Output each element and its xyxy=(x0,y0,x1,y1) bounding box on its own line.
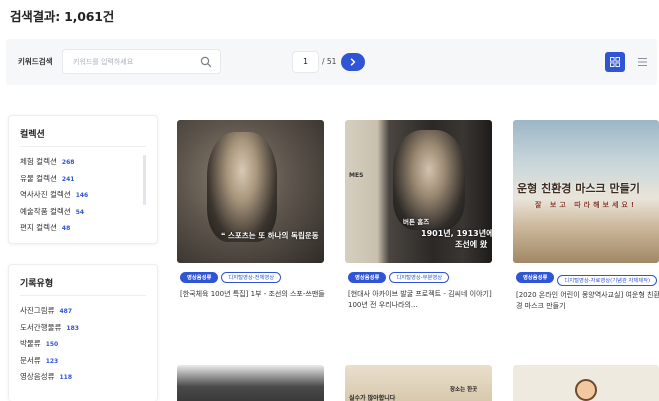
card-thumbnail[interactable]: MES 버튼 홈즈 1901년, 1913년에 조선에 왔 xyxy=(345,120,492,263)
record-type-item[interactable]: 문서류 123 xyxy=(20,355,79,372)
record-type-item-count: 487 xyxy=(59,308,73,315)
card-title[interactable]: [현대사 아카이브 발굴 프로젝트 - 김씨네 이야기] 100년 전 우리나라… xyxy=(348,289,494,311)
collection-item-label: 역사사진 컬렉션 xyxy=(20,190,71,199)
badge-group: 영상음성류 디지털영상-부분영상 xyxy=(348,272,498,283)
search-toolbar: 키워드검색 1 / 51 xyxy=(6,39,657,85)
card-thumbnail[interactable] xyxy=(177,365,324,401)
next-page-button[interactable] xyxy=(341,53,365,71)
grid-view-button[interactable] xyxy=(605,52,625,72)
divider xyxy=(20,295,146,296)
record-type-title: 기록유형 xyxy=(20,279,54,289)
subtype-badge: 디지털영상-전체영상 xyxy=(221,272,282,283)
record-type-item[interactable]: 사진그림류 487 xyxy=(20,305,79,322)
search-input[interactable] xyxy=(73,55,193,69)
record-type-item-label: 도서간행물류 xyxy=(20,322,62,332)
portrait-image xyxy=(393,130,465,230)
record-type-badge: 영상음성류 xyxy=(180,272,219,283)
collection-item-label: 체험 컬렉션 xyxy=(20,157,57,166)
illustration-figure xyxy=(575,379,597,401)
page-total: / 51 xyxy=(322,57,337,66)
portrait-image xyxy=(207,132,277,242)
collection-item-label: 유물 컬렉션 xyxy=(20,173,57,183)
card-thumbnail[interactable]: ❝ 스포츠는 또 하나의 독립운동 xyxy=(177,120,324,263)
collection-scrollbar[interactable] xyxy=(143,155,146,205)
collection-item[interactable]: 역사사진 컬렉션 146 xyxy=(20,189,88,206)
thumbnail-caption: 1901년, 1913년에 xyxy=(421,229,492,238)
card-info: 영상음성류 디지털영상-전체영상 [한국체육 100년 특집] 1부 - 조선의… xyxy=(180,272,330,332)
card-thumbnail[interactable]: 장소는 한곳 실수가 많아합니다 xyxy=(345,365,492,401)
record-type-badge: 영상음성류 xyxy=(348,272,387,283)
card-info: 영상음성류 디지털영상-자료영상(기념관 자체제작) [2020 온라인 어린이… xyxy=(516,272,659,332)
collection-list: 체험 컬렉션 268 유물 컬렉션 241 역사사진 컬렉션 146 예술작품 컬렉션… xyxy=(20,156,88,239)
chevron-right-icon xyxy=(350,58,356,66)
card-thumbnail[interactable]: 운형 친환경 마스크 만들기 잘 보고 따라해보세요! xyxy=(513,120,659,263)
collection-item-count: 241 xyxy=(61,175,75,183)
card-title[interactable]: [2020 온라인 어린이 몽양역사교실] 여운형 친환경 마스크 만들기 xyxy=(516,290,659,312)
record-type-list: 사진그림류 487 도서간행물류 183 박물류 150 문서류 123 영상음성류 11… xyxy=(20,305,79,388)
grid-view-icon xyxy=(610,57,620,67)
page-number-input[interactable]: 1 xyxy=(292,51,319,73)
record-type-item[interactable]: 박물류 150 xyxy=(20,338,79,355)
card-info: 영상음성류 디지털영상-부분영상 [현대사 아카이브 발굴 프로젝트 - 김씨네… xyxy=(348,272,498,332)
thumbnail-caption: ❝ 스포츠는 또 하나의 독립운동 xyxy=(221,231,319,240)
thumbnail-caption: 실수가 많아합니다 xyxy=(349,395,396,401)
divider xyxy=(20,146,146,147)
record-type-item-label: 사진그림류 xyxy=(20,306,55,315)
list-view-icon[interactable] xyxy=(634,54,650,70)
record-type-badge: 영상음성류 xyxy=(516,272,555,283)
collection-item[interactable]: 체험 컬렉션 268 xyxy=(20,156,88,173)
badge-group: 영상음성류 디지털영상-자료영상(기념관 자체제작) xyxy=(516,272,659,286)
collection-item-count: 268 xyxy=(61,159,75,166)
subtype-badge: 디지털영상-부분영상 xyxy=(389,272,450,283)
card-thumbnail[interactable] xyxy=(513,365,659,401)
search-icon[interactable] xyxy=(200,56,212,68)
collection-item-count: 146 xyxy=(75,192,89,199)
record-type-filter-panel: 기록유형 사진그림류 487 도서간행물류 183 박물류 150 문서류 123 영상… xyxy=(8,264,158,401)
record-type-item[interactable]: 도서간행물류 183 xyxy=(20,322,79,339)
keyword-search-label: 키워드검색 xyxy=(18,57,53,66)
record-type-item[interactable]: 영상음성류 118 xyxy=(20,371,79,388)
collection-title: 컬렉션 xyxy=(20,130,45,140)
collection-filter-panel: 컬렉션 체험 컬렉션 268 유물 컬렉션 241 역사사진 컬렉션 146 예술작품… xyxy=(8,115,158,244)
subtype-badge: 디지털영상-자료영상(기념관 자체제작) xyxy=(557,275,658,286)
thumbnail-caption: 운형 친환경 마스크 만들기 xyxy=(517,182,640,195)
thumbnail-caption: 장소는 한곳 xyxy=(450,387,478,393)
record-type-item-count: 123 xyxy=(45,357,59,365)
collection-item[interactable]: 편지 컬렉션 48 xyxy=(20,222,88,239)
record-type-item-count: 183 xyxy=(66,324,79,332)
thumbnail-caption: 잘 보고 따라해보세요! xyxy=(535,201,638,209)
badge-group: 영상음성류 디지털영상-전체영상 xyxy=(180,272,330,283)
thumbnail-side-text: MES xyxy=(349,172,364,179)
record-type-item-label: 문서류 xyxy=(20,355,41,365)
search-box[interactable] xyxy=(62,49,221,74)
record-type-item-count: 118 xyxy=(59,374,73,381)
collection-item-label: 편지 컬렉션 xyxy=(20,223,57,232)
record-type-item-label: 박물류 xyxy=(20,339,41,348)
collection-item[interactable]: 유물 컬렉션 241 xyxy=(20,173,88,190)
record-type-item-count: 150 xyxy=(45,341,59,348)
card-title[interactable]: [한국체육 100년 특집] 1부 - 조선의 스포-쓰맨들 xyxy=(180,289,326,300)
collection-item-count: 48 xyxy=(61,225,71,232)
thumbnail-caption: 버튼 홈즈 xyxy=(403,218,430,226)
collection-item-count: 54 xyxy=(75,208,85,216)
collection-item[interactable]: 예술작품 컬렉션 54 xyxy=(20,206,88,223)
collection-item-label: 예술작품 컬렉션 xyxy=(20,206,71,216)
record-type-item-label: 영상음성류 xyxy=(20,372,55,381)
page-title: 검색결과: 1,061건 xyxy=(10,9,114,24)
thumbnail-caption: 조선에 왔 xyxy=(455,240,488,249)
